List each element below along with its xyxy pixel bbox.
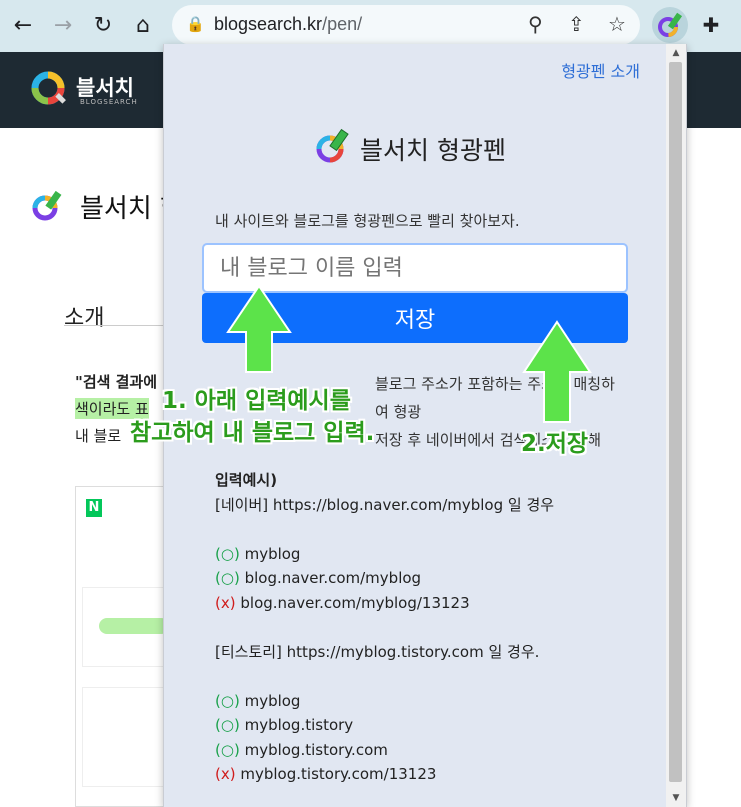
side-results <box>684 580 741 807</box>
extension-pen-icon[interactable] <box>652 7 688 43</box>
intro-para-line: "검색 결과에 <box>75 373 158 391</box>
scrollbar[interactable]: ▲ ▼ <box>666 44 686 807</box>
star-icon[interactable]: ☆ <box>608 12 626 36</box>
step1-arrow-icon <box>226 284 292 373</box>
popup-title: 블서치 형광펜 <box>360 136 506 165</box>
share-icon[interactable]: ⇪ <box>568 12 585 36</box>
scroll-down-icon[interactable]: ▼ <box>670 793 682 803</box>
example-ok: (○) myblog <box>215 691 301 710</box>
lock-icon: 🔒 <box>186 15 205 33</box>
section-heading: 소개 <box>64 306 105 331</box>
pen-logo-icon <box>316 128 349 163</box>
step2-annotation: 2.저장 <box>521 431 589 457</box>
ok-mark: (○) <box>215 569 240 587</box>
forward-icon[interactable]: → <box>48 10 78 40</box>
intro-para-line: 내 블로 <box>75 427 122 445</box>
example-ok: (○) myblog.tistory <box>215 716 354 734</box>
example-ok: (○) myblog.tistory.com <box>215 740 388 759</box>
example-ok: (○) blog.naver.com/myblog <box>215 569 422 587</box>
example-no: (x) blog.naver.com/myblog/13123 <box>215 593 470 612</box>
url-text: blogsearch.kr/pen/ <box>214 14 363 34</box>
back-icon[interactable]: ← <box>8 10 38 40</box>
ok-mark: (○) <box>215 544 240 563</box>
naver-example-line: [네이버] https://blog.naver.com/myblog 일 경우 <box>215 495 555 514</box>
popup-subtitle: 내 사이트와 블로그를 형광펜으로 빨리 찾아보자. <box>215 212 520 230</box>
zoom-icon[interactable]: ⚲ <box>528 12 543 36</box>
ok-mark: (○) <box>215 740 240 759</box>
highlight-badge <box>99 618 169 634</box>
examples-heading: 입력예시) <box>215 471 278 489</box>
input-examples: 입력예시) [네이버] https://blog.naver.com/myblo… <box>215 468 554 787</box>
home-icon[interactable]: ⌂ <box>128 10 158 40</box>
step1-annotation: 1. 아래 입력예시를 <box>162 388 351 414</box>
example-no: (x) myblog.tistory.com/13123 <box>215 765 437 783</box>
ok-mark: (○) <box>215 691 240 710</box>
naver-logo-icon: N <box>86 499 102 517</box>
step2-arrow-icon <box>522 320 592 423</box>
puzzle-icon[interactable]: ✚ <box>696 10 726 40</box>
scrollbar-thumb[interactable] <box>669 62 682 782</box>
site-logo-sub: BLOGSEARCH <box>80 98 138 106</box>
intro-link[interactable]: 형광펜 소개 <box>561 58 640 82</box>
no-mark: (x) <box>215 765 236 783</box>
address-bar[interactable]: 🔒 blogsearch.kr/pen/ ⚲ ⇪ ☆ <box>172 5 640 45</box>
scroll-up-icon[interactable]: ▲ <box>670 48 682 58</box>
reload-icon[interactable]: ↻ <box>88 10 118 40</box>
ok-mark: (○) <box>215 716 240 734</box>
step1-annotation: 참고하여 내 블로그 입력. <box>130 420 375 446</box>
site-logo-icon[interactable] <box>30 70 70 110</box>
tistory-example-line: [티스토리] https://myblog.tistory.com 일 경우. <box>215 642 540 661</box>
example-ok: (○) myblog <box>215 544 301 563</box>
no-mark: (x) <box>215 593 236 612</box>
page-title-icon <box>32 190 62 221</box>
